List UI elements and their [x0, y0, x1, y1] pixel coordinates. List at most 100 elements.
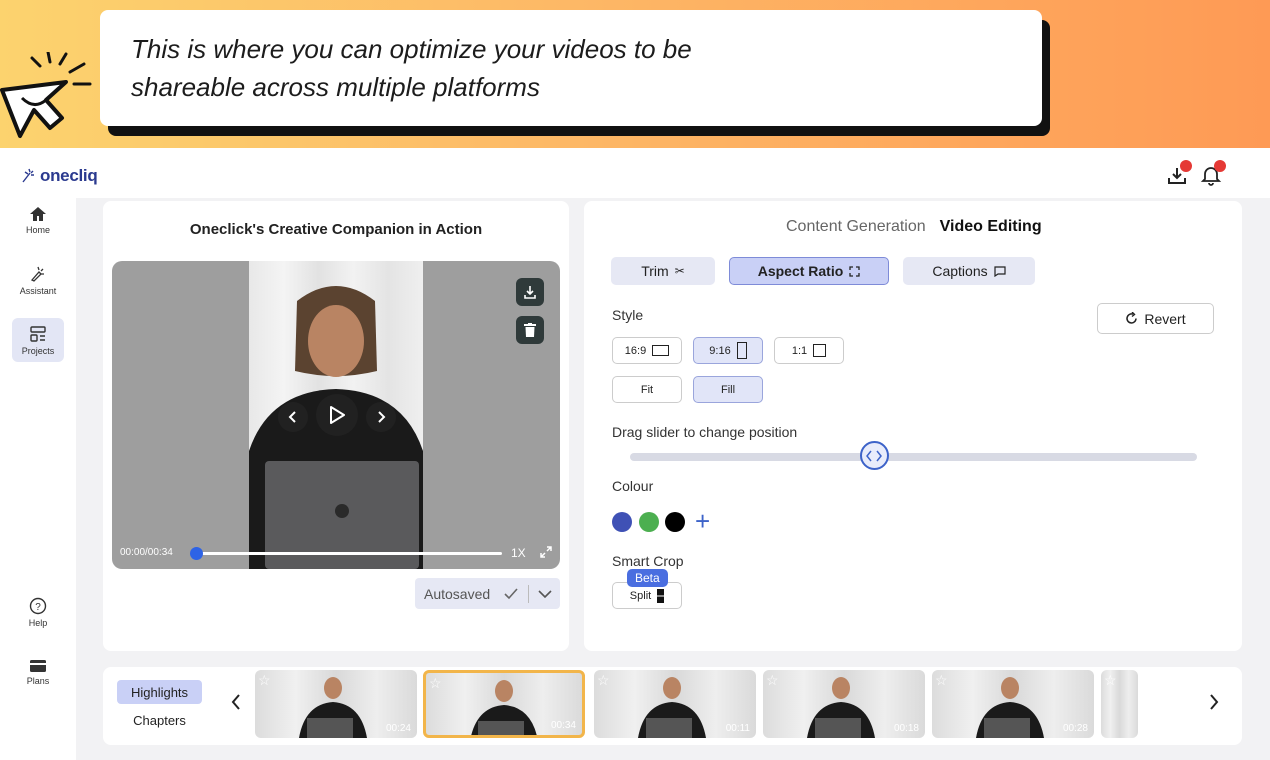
- autosave-label: Autosaved: [424, 585, 491, 602]
- download-icon[interactable]: [1166, 160, 1192, 186]
- video-player[interactable]: 00:00/00:34 1X: [112, 261, 560, 569]
- delete-video-button[interactable]: [516, 316, 544, 344]
- play-button[interactable]: [316, 394, 358, 436]
- logo[interactable]: onecliq: [20, 166, 98, 186]
- add-colour-icon[interactable]: +: [695, 506, 710, 536]
- split-icon: [657, 588, 665, 603]
- chevron-down-icon[interactable]: [538, 589, 552, 598]
- logo-text: onecliq: [40, 166, 98, 185]
- clip-thumbnail[interactable]: ☆ 00:28: [932, 670, 1094, 738]
- playback-speed[interactable]: 1X: [511, 546, 526, 560]
- star-icon[interactable]: ☆: [597, 672, 610, 689]
- ratio-16-9[interactable]: 16:9: [612, 337, 682, 364]
- chapters-tab[interactable]: Chapters: [117, 708, 202, 732]
- portrait-icon: [736, 342, 747, 359]
- time-readout: 00:00/00:34: [120, 547, 173, 558]
- revert-button[interactable]: Revert: [1097, 303, 1214, 334]
- svg-text:?: ?: [35, 602, 41, 613]
- split-label: Split: [629, 589, 652, 602]
- sidebar-item-label: Projects: [21, 345, 55, 356]
- sidebar-item-projects[interactable]: Projects: [12, 318, 64, 362]
- callout-line-2: shareable across multiple platforms: [131, 72, 540, 102]
- download-icon: [524, 286, 536, 299]
- clip-thumbnail[interactable]: ☆: [1101, 670, 1138, 738]
- download-video-button[interactable]: [516, 278, 544, 306]
- chevron-left-icon[interactable]: [231, 693, 241, 716]
- beta-badge: Beta: [627, 569, 668, 587]
- card-icon: [30, 659, 46, 672]
- clip-duration: 00:28: [1062, 723, 1088, 734]
- progress-track[interactable]: [194, 552, 502, 555]
- colour-swatch-green[interactable]: [639, 512, 659, 532]
- callout-box: This is where you can optimize your vide…: [100, 10, 1042, 126]
- bell-icon[interactable]: [1200, 160, 1226, 186]
- caption-icon: [994, 265, 1006, 277]
- star-icon[interactable]: ☆: [1104, 672, 1117, 689]
- fit-button[interactable]: Fit: [612, 376, 682, 403]
- slider-label: Drag slider to change position: [612, 424, 798, 440]
- clip-duration: 00:11: [725, 723, 750, 734]
- star-icon[interactable]: ☆: [429, 675, 442, 692]
- trash-icon: [524, 323, 536, 337]
- autosave-dropdown[interactable]: Autosaved: [415, 578, 560, 609]
- tab-video-editing[interactable]: Video Editing: [940, 218, 1042, 236]
- aspect-ratio-button[interactable]: Aspect Ratio: [729, 257, 889, 285]
- callout-line-1: This is where you can optimize your vide…: [131, 34, 692, 64]
- style-label: Style: [612, 307, 644, 323]
- check-icon: [504, 587, 518, 599]
- clip-thumbnail[interactable]: ☆ 00:24: [255, 670, 417, 738]
- sidebar-item-plans[interactable]: Plans: [12, 650, 64, 694]
- sidebar-item-label: Home: [25, 224, 50, 235]
- scissors-icon: ✂: [674, 264, 685, 278]
- projects-icon: [30, 325, 46, 342]
- fill-button[interactable]: Fill: [693, 376, 763, 403]
- chevron-right-icon[interactable]: [1209, 693, 1219, 716]
- sidebar-item-label: Help: [28, 617, 48, 628]
- trim-button[interactable]: Trim ✂: [611, 257, 715, 285]
- editor-panel: Content Generation Video Editing Trim ✂ …: [584, 201, 1242, 651]
- next-button[interactable]: [366, 402, 396, 432]
- sidebar-item-home[interactable]: Home: [12, 198, 64, 242]
- colour-swatch-blue[interactable]: [612, 512, 632, 532]
- captions-button[interactable]: Captions: [903, 257, 1035, 285]
- rotate-icon: [1126, 312, 1138, 324]
- trim-label: Trim: [641, 263, 669, 279]
- app-window: onecliq Home Assistant Projects ? Help P…: [0, 148, 1270, 760]
- sidebar-item-assistant[interactable]: Assistant: [12, 258, 64, 302]
- expand-icon: [849, 265, 860, 277]
- clip-duration: 00:18: [893, 723, 919, 734]
- sidebar-item-help[interactable]: ? Help: [12, 590, 64, 634]
- editor-tabs: Content Generation Video Editing: [786, 218, 1042, 236]
- notification-dot: [1214, 160, 1226, 172]
- home-icon: [30, 206, 46, 221]
- previous-button[interactable]: [278, 402, 308, 432]
- star-icon[interactable]: ☆: [766, 672, 779, 689]
- ratio-9-16[interactable]: 9:16: [693, 337, 763, 364]
- video-panel: Oneclick's Creative Companion in Action: [103, 201, 569, 651]
- fullscreen-icon[interactable]: [540, 546, 552, 558]
- clip-thumbnail[interactable]: ☆ 00:11: [594, 670, 756, 738]
- star-icon[interactable]: ☆: [258, 672, 271, 689]
- clip-thumbnail[interactable]: ☆ 00:34: [423, 670, 585, 738]
- progress-thumb[interactable]: [190, 547, 203, 560]
- sparkle-icon: [30, 266, 44, 282]
- position-slider-knob[interactable]: [859, 441, 889, 470]
- tab-content-generation[interactable]: Content Generation: [786, 218, 926, 236]
- captions-label: Captions: [932, 263, 988, 279]
- code-arrows-icon: [866, 450, 883, 461]
- revert-label: Revert: [1144, 310, 1186, 327]
- sidebar: Home Assistant Projects ? Help Plans M: [0, 198, 76, 760]
- ratio-label: 9:16: [709, 344, 731, 357]
- sidebar-item-label: Assistant: [19, 285, 57, 296]
- colour-swatch-black[interactable]: [665, 512, 685, 532]
- chevron-left-icon: [288, 411, 296, 423]
- star-icon[interactable]: ☆: [935, 672, 948, 689]
- ratio-1-1[interactable]: 1:1: [774, 337, 844, 364]
- aspect-ratio-label: Aspect Ratio: [757, 263, 844, 279]
- highlights-tab[interactable]: Highlights: [117, 680, 202, 704]
- position-slider-track[interactable]: [630, 453, 1197, 461]
- clip-thumbnail[interactable]: ☆ 00:18: [763, 670, 925, 738]
- notification-dot: [1180, 160, 1192, 172]
- landscape-icon: [652, 345, 670, 356]
- cursor-click-icon: [0, 52, 92, 138]
